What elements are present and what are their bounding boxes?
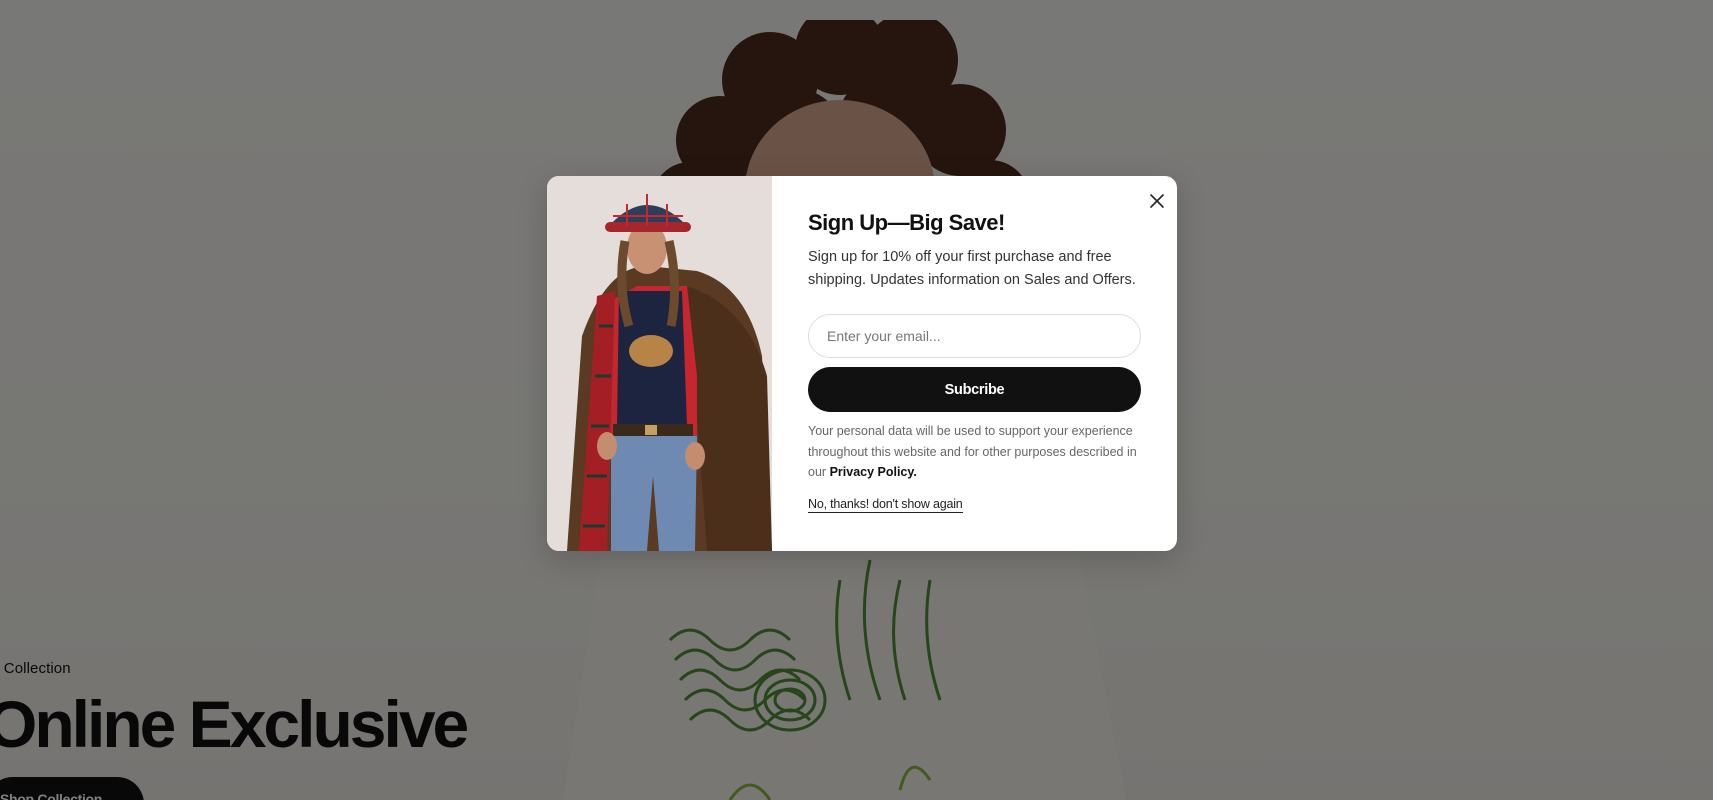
dismiss-link[interactable]: No, thanks! don't show again: [808, 496, 963, 513]
modal-model-image: [547, 176, 772, 551]
modal-title: Sign Up—Big Save!: [808, 210, 1005, 235]
modal-content: Sign Up—Big Save! Sign up for 10% off yo…: [772, 176, 1177, 551]
privacy-notice: Your personal data will be used to suppo…: [808, 421, 1148, 483]
newsletter-modal: Sign Up—Big Save! Sign up for 10% off yo…: [547, 176, 1177, 551]
privacy-policy-link[interactable]: Privacy Policy.: [830, 465, 917, 479]
email-input[interactable]: [808, 314, 1141, 358]
modal-description: Sign up for 10% off your first purchase …: [808, 249, 1136, 288]
subscribe-button[interactable]: Subcribe: [808, 367, 1141, 412]
close-icon[interactable]: [1144, 188, 1170, 214]
